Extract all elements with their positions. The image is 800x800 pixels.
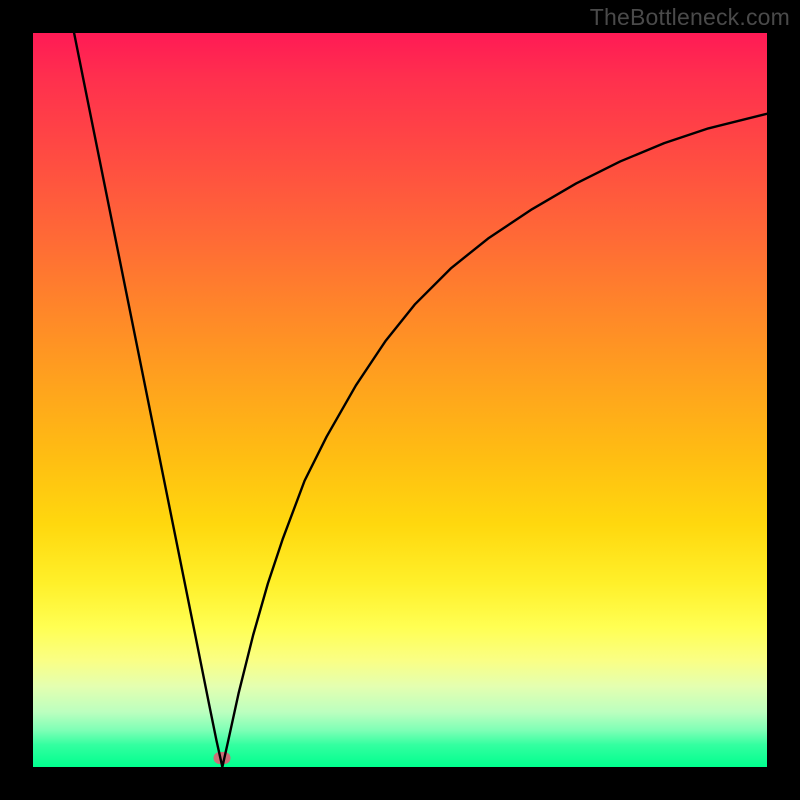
chart-frame: TheBottleneck.com [0, 0, 800, 800]
bottleneck-curve [74, 33, 767, 767]
curve-svg [33, 33, 767, 767]
watermark-text: TheBottleneck.com [590, 4, 790, 31]
plot-area [33, 33, 767, 767]
